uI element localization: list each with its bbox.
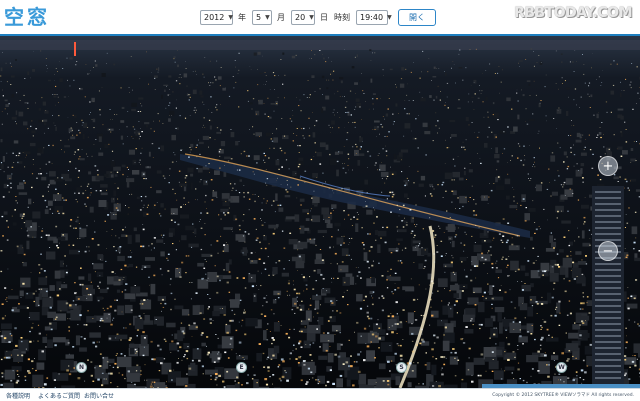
top-bar: 空 窓 2012 ▼ 年 5 ▼ 月 20 ▼ 日 時刻 19:40 ▼ 開く … [0, 0, 640, 36]
day-select[interactable]: 20 ▼ [291, 10, 315, 25]
footer-link-faq[interactable]: よくあるご質問 [38, 391, 80, 400]
compass-east-button[interactable]: E [236, 362, 247, 373]
day-unit: 日 [320, 13, 328, 22]
zoom-out-button[interactable]: − [598, 241, 618, 261]
open-button[interactable]: 開く [398, 9, 436, 26]
watermark: RBBTODAY.COM [514, 5, 632, 21]
compass-south-button[interactable]: S [396, 362, 407, 373]
footer: 各種説明 よくあるご質問 お問い合せ Copyright © 2012 SKYT… [0, 388, 640, 401]
chevron-down-icon: ▼ [265, 14, 270, 21]
year-unit: 年 [238, 13, 246, 22]
compass-west-button[interactable]: W [556, 362, 567, 373]
chevron-down-icon: ▼ [387, 14, 392, 21]
app-window: 空 窓 2012 ▼ 年 5 ▼ 月 20 ▼ 日 時刻 19:40 ▼ 開く … [0, 0, 640, 401]
logo-char-2: 窓 [27, 5, 48, 29]
night-city-image [0, 36, 640, 388]
logo[interactable]: 空 窓 [4, 5, 48, 29]
logo-char-1: 空 [4, 5, 25, 29]
zoom-in-button[interactable]: + [598, 156, 618, 176]
year-value: 2012 [204, 13, 225, 22]
month-unit: 月 [277, 13, 285, 22]
chevron-down-icon: ▼ [309, 14, 314, 21]
time-label: 時刻 [334, 13, 350, 22]
panorama-view[interactable]: + − N E S W [0, 36, 640, 388]
footer-link-contact[interactable]: お問い合せ [84, 391, 114, 400]
copyright-text: Copyright © 2012 SKYTREE® VIEWソラマド All r… [492, 393, 634, 398]
day-value: 20 [295, 13, 306, 22]
footer-link-guide[interactable]: 各種説明 [6, 391, 30, 400]
time-select[interactable]: 19:40 ▼ [356, 10, 392, 25]
compass-north-button[interactable]: N [76, 362, 87, 373]
month-value: 5 [256, 13, 262, 22]
year-select[interactable]: 2012 ▼ [200, 10, 233, 25]
chevron-down-icon: ▼ [228, 14, 233, 21]
date-time-controls: 2012 ▼ 年 5 ▼ 月 20 ▼ 日 時刻 19:40 ▼ 開く [200, 9, 436, 26]
month-select[interactable]: 5 ▼ [252, 10, 272, 25]
time-value: 19:40 [360, 13, 384, 22]
